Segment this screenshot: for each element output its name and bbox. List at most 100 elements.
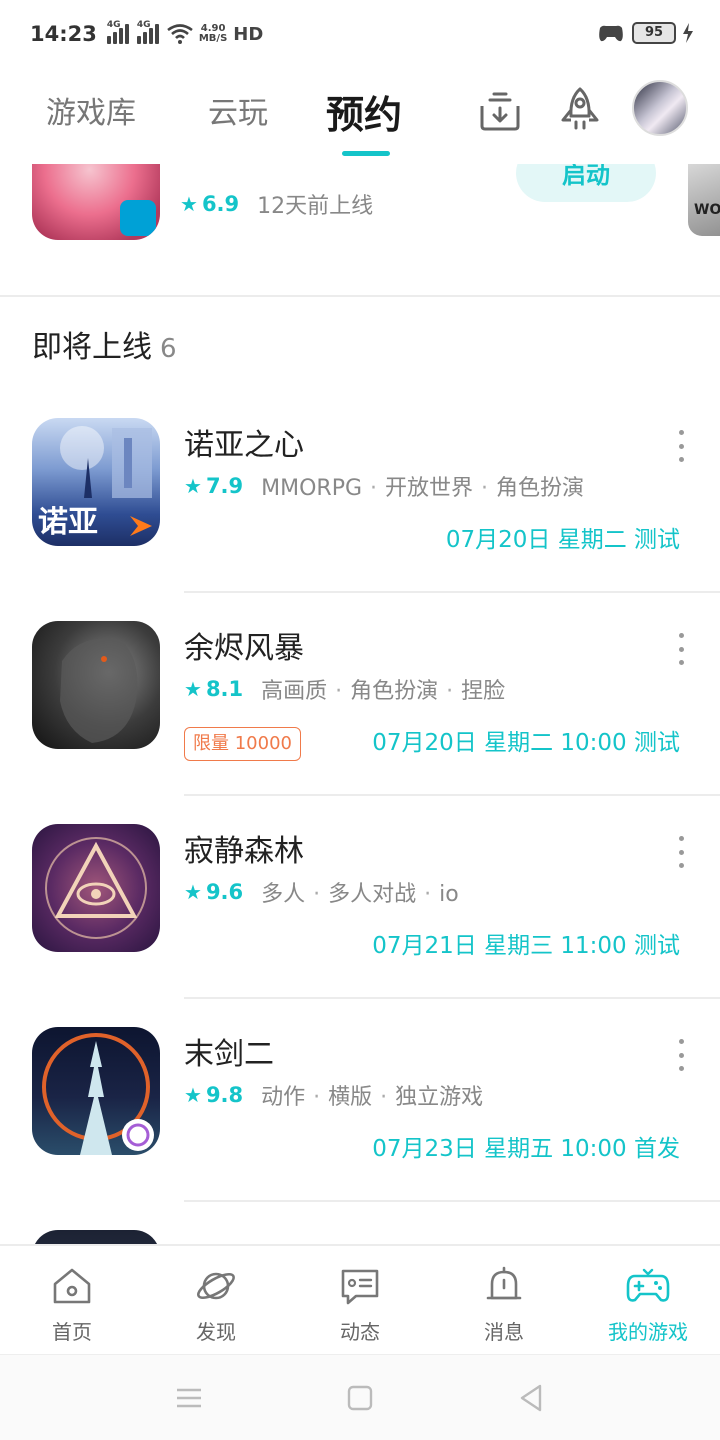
speed-unit: MB/S [198,33,228,44]
star-icon: ★ [180,192,198,216]
nav-discover[interactable]: 发现 [156,1264,276,1345]
game-icon [32,824,160,952]
game-mode-icon [599,25,623,42]
rating-score: 6.9 [201,192,240,216]
network-type-label: 4G [106,20,121,30]
game-title: 诺亚之心 [184,428,304,463]
rating: ★ 9.8 动作 · 横版 · 独立游戏 [184,1079,483,1111]
tag-list: 多人 · 多人对战 · io [261,882,459,907]
next-game-text: WOT [694,202,720,218]
nav-label: 消息 [484,1320,524,1344]
tag: MMORPG [261,476,363,501]
chat-icon [341,1269,379,1305]
more-options-icon[interactable] [674,1039,688,1071]
gamepad-icon [626,1268,670,1302]
game-row-partial[interactable] [0,1202,720,1244]
release-date: 07月21日 星期三 11:00 测试 [372,933,680,959]
ember-storm-art [60,638,138,743]
star-icon: ★ [184,474,202,498]
tag-list: 动作 · 横版 · 独立游戏 [261,1085,484,1110]
nav-messages[interactable]: 消息 [444,1264,564,1345]
download-manager-icon[interactable] [476,86,524,134]
game-icon [32,1027,160,1155]
tag: 动作 [261,1085,306,1110]
tag-list: 高画质 · 角色扮演 · 捏脸 [261,679,506,704]
tag: 开放世界 [385,476,474,501]
partial-game-card[interactable]: ★ 6.9 12天前上线 启动 WOT [0,164,720,296]
tab-cloud-play[interactable]: 云玩 [208,88,268,132]
tab-reservation[interactable]: 预约 [326,84,402,139]
launch-button[interactable]: 启动 [516,164,656,202]
rating: ★ 8.1 高画质 · 角色扮演 · 捏脸 [184,673,505,705]
release-date: 07月20日 星期二 测试 [445,527,680,553]
icon-label: 诺亚 [38,505,98,540]
game-icon [32,1230,160,1244]
nav-label: 首页 [52,1320,92,1344]
game-row[interactable]: 末剑二 ★ 9.8 动作 · 横版 · 独立游戏 07月23日 星期五 10:00 首发 [0,999,720,1202]
home-square-icon[interactable] [345,1383,375,1413]
planet-icon [197,1272,235,1300]
game-title: 末剑二 [184,1037,274,1072]
section-title: 即将上线 [32,330,152,365]
more-options-icon[interactable] [674,430,688,462]
active-tab-indicator [342,151,390,156]
bell-icon [486,1266,522,1300]
system-navigation-bar [0,1354,720,1440]
game-row[interactable]: 余烬风暴 ★ 8.1 高画质 · 角色扮演 · 捏脸 限量 10000 07月20日 星… [0,593,720,796]
network-speed: 4.90 MB/S [199,24,227,44]
home-icon [53,1268,91,1304]
tag: 横版 [328,1085,373,1110]
rating-score: 9.8 [205,1083,244,1107]
charging-icon [683,23,693,43]
tag: io [439,882,459,907]
game-icon [32,621,160,749]
section-count: 6 [160,334,177,364]
tag: 捏脸 [461,679,506,704]
nav-my-games[interactable]: 我的游戏 [588,1264,708,1345]
nav-label: 我的游戏 [608,1320,688,1344]
signal-icon: 4G [106,20,129,44]
bilibili-badge-icon [120,200,156,236]
rating: ★ 9.6 多人 · 多人对战 · io [184,876,459,908]
game-row[interactable]: 寂静森林 ★ 9.6 多人 · 多人对战 · io 07月21日 星期三 11:00 测… [0,796,720,999]
nav-label: 动态 [340,1320,380,1344]
tag: 多人 [261,882,306,907]
rating: ★ 7.9 MMORPG · 开放世界 · 角色扮演 [184,470,584,502]
release-info: 12天前上线 [257,194,374,219]
more-options-icon[interactable] [674,836,688,868]
status-bar: 14:23 4G 4G 4.90 MB/S HD 95 [0,0,720,68]
noah-heart-art: 诺亚 [38,426,152,540]
rating-score: 9.6 [205,880,244,904]
nav-home[interactable]: 首页 [12,1264,132,1345]
more-options-icon[interactable] [674,633,688,665]
rocket-icon[interactable] [556,86,604,134]
game-title: 寂静森林 [184,834,304,869]
release-date: 07月20日 星期二 10:00 测试 [372,730,680,756]
top-nav: 游戏库 云玩 预约 [0,68,720,164]
tag: 角色扮演 [350,679,439,704]
tag: 独立游戏 [395,1085,484,1110]
silent-forest-art [45,837,147,939]
last-sword-art [42,1033,154,1155]
star-icon: ★ [184,1083,202,1107]
back-icon[interactable] [516,1383,546,1413]
status-right: 95 [596,22,694,44]
status-time: 14:23 [30,22,97,46]
bottom-nav: 首页 发现 动态 消息 我的游戏 [0,1244,720,1354]
next-game-thumbnail[interactable]: WOT [688,164,720,236]
tag-list: MMORPG · 开放世界 · 角色扮演 [261,476,585,501]
game-title: 余烬风暴 [184,631,304,666]
tab-game-library[interactable]: 游戏库 [46,88,136,132]
star-icon: ★ [184,677,202,701]
nav-feed[interactable]: 动态 [300,1264,420,1345]
game-row[interactable]: 诺亚 诺亚之心 ★ 7.9 MMORPG · 开放世界 · 角色扮演 07月20日 星期… [0,390,720,593]
game-icon: 诺亚 [32,418,160,546]
signal-icon: 4G [136,20,159,44]
rating-score: 7.9 [205,474,244,498]
user-avatar[interactable] [632,80,688,136]
game-icon [32,164,160,240]
star-icon: ★ [184,880,202,904]
battery-indicator: 95 [632,22,676,44]
network-type-label: 4G [136,20,151,30]
menu-icon[interactable] [174,1383,204,1413]
